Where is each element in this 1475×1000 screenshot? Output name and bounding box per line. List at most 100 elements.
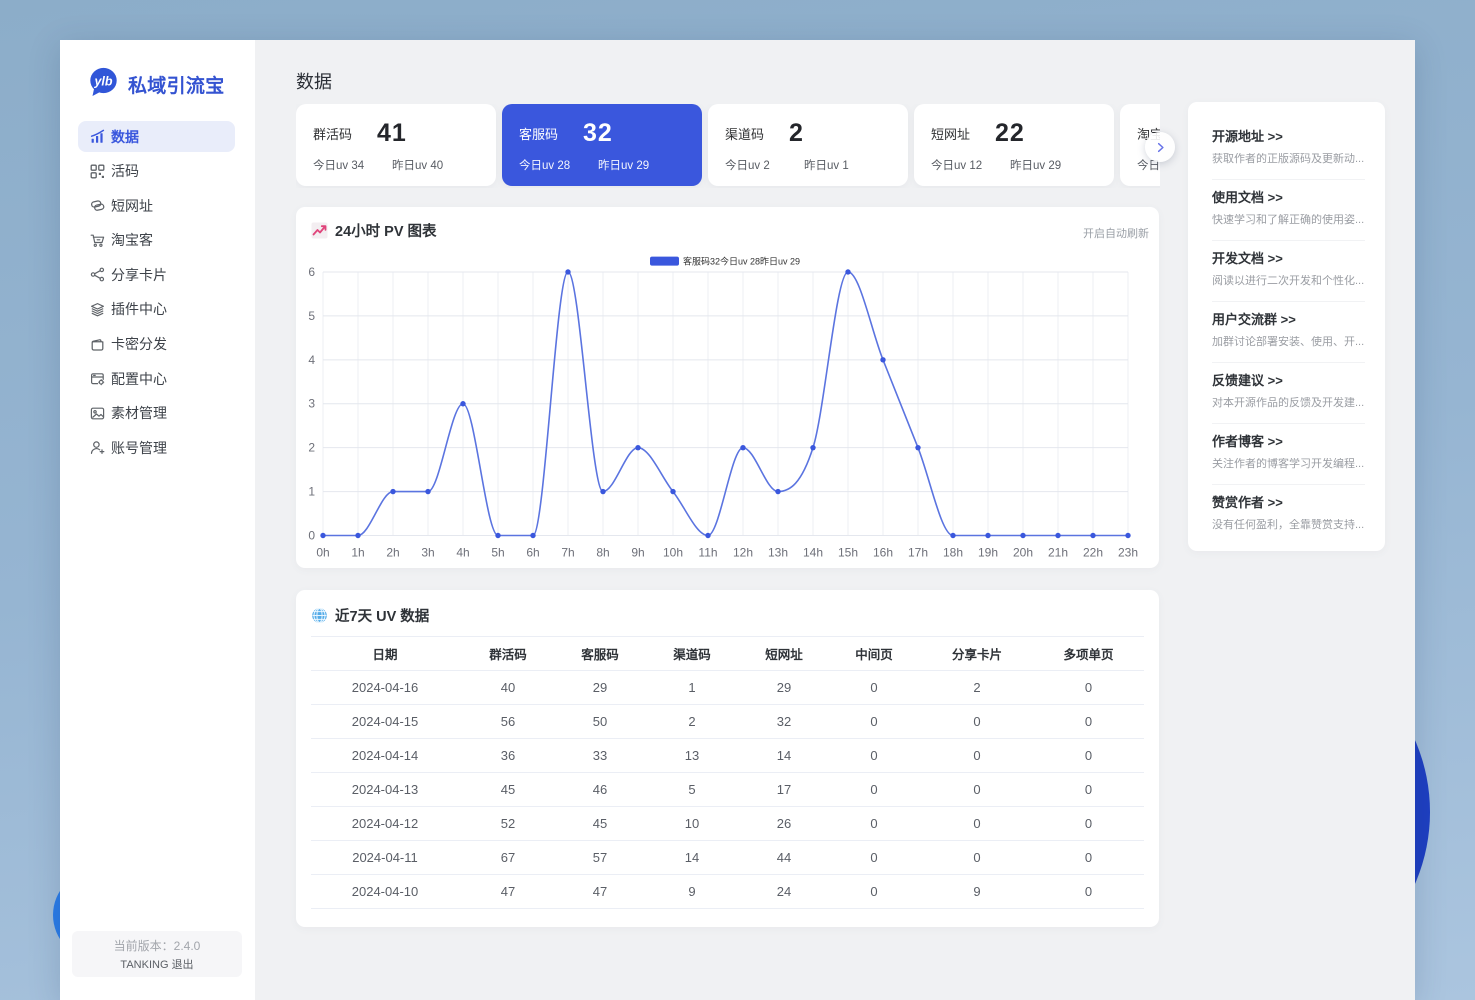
sidebar-item-assets[interactable]: 素材管理 [78, 398, 235, 429]
table-cell: 57 [557, 841, 643, 875]
table-cell: 0 [921, 773, 1033, 807]
table-cell: 17 [741, 773, 827, 807]
sidebar-item-config[interactable]: 配置中心 [78, 363, 235, 394]
share-icon [90, 267, 105, 282]
svg-text:7h: 7h [561, 546, 574, 560]
svg-text:10h: 10h [663, 546, 683, 560]
table-cell: 2024-04-10 [311, 875, 459, 909]
sidebar-item-label: 插件中心 [111, 299, 167, 319]
table-cell: 45 [459, 773, 557, 807]
svg-text:3h: 3h [421, 546, 434, 560]
sidebar-item-label: 卡密分发 [111, 334, 167, 354]
link-item-usage[interactable]: 使用文档 >>快速学习和了解正确的使用姿... [1212, 180, 1365, 241]
stat-today-uv: 今日uv 2 [725, 157, 804, 173]
chart-title: 24小时 PV 图表 [335, 220, 437, 241]
table-cell: 67 [459, 841, 557, 875]
sidebar-item-taobao[interactable]: 淘宝客 [78, 225, 235, 256]
table-cell: 44 [741, 841, 827, 875]
table-cell: 14 [741, 739, 827, 773]
auto-refresh-toggle[interactable]: 开启自动刷新 [1083, 225, 1149, 241]
stats-carousel: 群活码41今日uv 34昨日uv 40客服码32今日uv 28昨日uv 29渠道… [296, 104, 1160, 188]
table-title: 近7天 UV 数据 [335, 605, 429, 626]
table-cell: 26 [741, 807, 827, 841]
table-cell: 2024-04-14 [311, 739, 459, 773]
user-plus-icon [90, 440, 105, 455]
sidebar-item-shorturl[interactable]: 短网址 [78, 190, 235, 221]
app-window: ylb 私域引流宝 数据活码短网址淘宝客分享卡片插件中心卡密分发配置中心素材管理… [60, 40, 1415, 1000]
account-name: TANKING [120, 959, 168, 971]
table-header-cell: 客服码 [557, 637, 643, 671]
wallet-icon [90, 337, 105, 352]
logout-link[interactable]: 退出 [172, 959, 194, 971]
link-item-donate[interactable]: 赞赏作者 >>没有任何盈利，全靠赞赏支持... [1212, 485, 1365, 545]
sidebar-item-label: 淘宝客 [111, 230, 153, 250]
stat-yesterday-uv: 昨日uv 1 [804, 157, 849, 173]
version-label: 当前版本：2.4.0 [72, 937, 242, 954]
stat-card-4[interactable]: 短网址22今日uv 12昨日uv 29 [914, 104, 1114, 186]
sidebar-item-cards[interactable]: 分享卡片 [78, 259, 235, 290]
table-cell: 2024-04-12 [311, 807, 459, 841]
table-cell: 0 [921, 807, 1033, 841]
stat-today-uv: 今日uv 34 [313, 157, 392, 173]
image-icon [90, 406, 105, 421]
stat-card-1[interactable]: 群活码41今日uv 34昨日uv 40 [296, 104, 496, 186]
app-logo[interactable]: ylb 私域引流宝 [86, 65, 225, 103]
link-item-feedback[interactable]: 反馈建议 >>对本开源作品的反馈及开发建... [1212, 363, 1365, 424]
table-cell: 0 [1033, 773, 1144, 807]
sidebar-menu: 数据活码短网址淘宝客分享卡片插件中心卡密分发配置中心素材管理账号管理 [78, 121, 235, 467]
svg-text:3: 3 [308, 397, 315, 411]
link-item-source[interactable]: 开源地址 >>获取作者的正版源码及更新动... [1212, 119, 1365, 180]
table-cell: 2 [643, 705, 741, 739]
svg-text:5h: 5h [491, 546, 504, 560]
table-cell: 29 [557, 671, 643, 705]
table-row: 2024-04-155650232000 [311, 705, 1144, 739]
svg-text:19h: 19h [978, 546, 998, 560]
stat-value: 2 [789, 119, 804, 148]
table-cell: 14 [643, 841, 741, 875]
sidebar-item-label: 数据 [111, 127, 139, 147]
table-cell: 46 [557, 773, 643, 807]
table-cell: 47 [459, 875, 557, 909]
carousel-next-button[interactable] [1145, 132, 1175, 162]
table-cell: 9 [921, 875, 1033, 909]
table-cell: 2024-04-11 [311, 841, 459, 875]
sidebar-item-data[interactable]: 数据 [78, 121, 235, 152]
table-cell: 0 [1033, 807, 1144, 841]
link-title: 作者博客 >> [1212, 434, 1365, 450]
link-item-dev[interactable]: 开发文档 >> 阅读以进行二次开发和个性化... [1212, 241, 1365, 302]
stat-value: 32 [583, 119, 613, 148]
stat-yesterday-uv: 昨日uv 40 [392, 157, 443, 173]
sidebar-item-account[interactable]: 账号管理 [78, 432, 235, 463]
svg-text:8h: 8h [596, 546, 609, 560]
table-cell: 0 [1033, 875, 1144, 909]
stat-label: 短网址 [931, 124, 995, 143]
stat-card-2[interactable]: 客服码32今日uv 28昨日uv 29 [502, 104, 702, 186]
table-cell: 45 [557, 807, 643, 841]
svg-text:23h: 23h [1118, 546, 1138, 560]
svg-text:6h: 6h [526, 546, 539, 560]
sidebar-item-keys[interactable]: 卡密分发 [78, 329, 235, 360]
svg-text:1h: 1h [351, 546, 364, 560]
link-title: 开发文档 >> [1212, 251, 1365, 267]
svg-text:13h: 13h [768, 546, 788, 560]
table-cell: 0 [827, 875, 921, 909]
account-logout[interactable]: TANKING 退出 [72, 956, 242, 972]
sidebar-item-plugins[interactable]: 插件中心 [78, 294, 235, 325]
sidebar-item-qrcode[interactable]: 活码 [78, 156, 235, 187]
link-title: 用户交流群 >> [1212, 312, 1365, 328]
table-cell: 0 [921, 841, 1033, 875]
stat-card-3[interactable]: 渠道码2今日uv 2昨日uv 1 [708, 104, 908, 186]
link-desc: 阅读以进行二次开发和个性化... [1212, 275, 1365, 288]
table-cell: 36 [459, 739, 557, 773]
table-header-cell: 短网址 [741, 637, 827, 671]
link-item-group[interactable]: 用户交流群 >>加群讨论部署安装、使用、开... [1212, 302, 1365, 363]
svg-text:9h: 9h [631, 546, 644, 560]
stat-value: 41 [377, 119, 407, 148]
table-cell: 0 [827, 773, 921, 807]
svg-text:22h: 22h [1083, 546, 1103, 560]
link-item-blog[interactable]: 作者博客 >>关注作者的博客学习开发编程... [1212, 424, 1365, 485]
chart-legend[interactable]: 客服码32今日uv 28昨日uv 29 [650, 256, 800, 267]
sidebar-item-label: 配置中心 [111, 369, 167, 389]
link-title: 反馈建议 >> [1212, 373, 1365, 389]
svg-text:客服码32今日uv 28昨日uv 29: 客服码32今日uv 28昨日uv 29 [683, 256, 800, 267]
